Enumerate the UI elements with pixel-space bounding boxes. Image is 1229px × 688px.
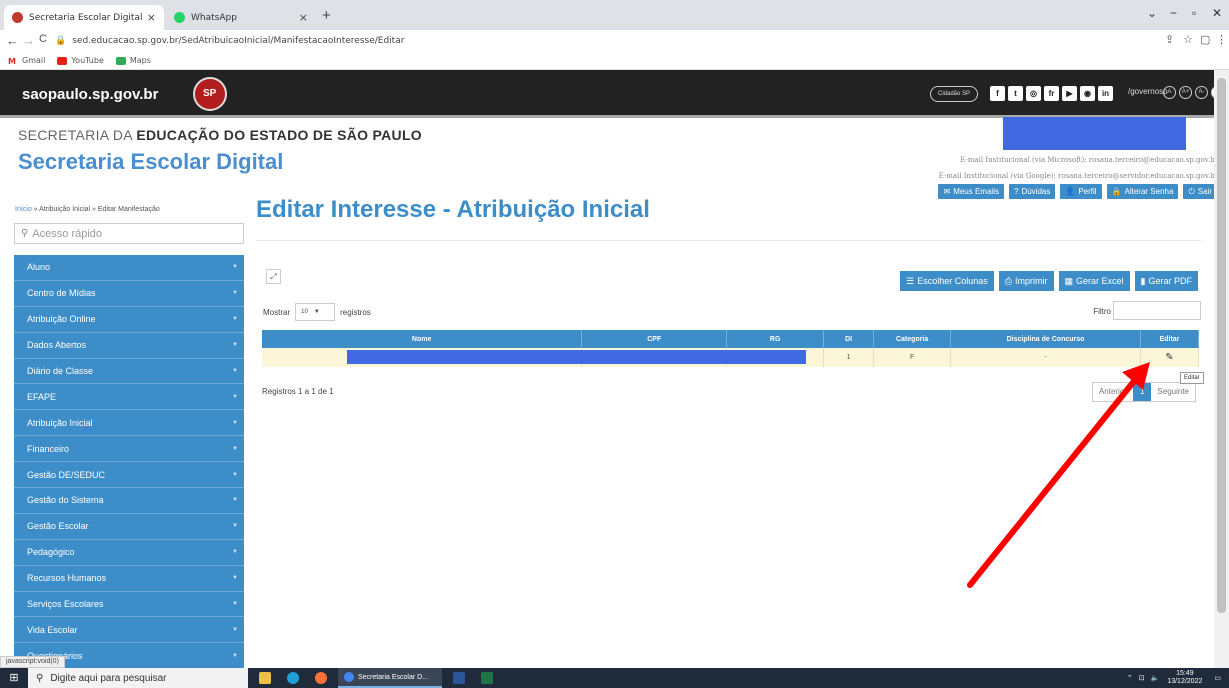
edge-icon[interactable] xyxy=(282,668,304,688)
windows-start-icon[interactable]: ⊞ xyxy=(0,668,28,688)
windows-taskbar: ⊞ ⚲ Digite aqui para pesquisar Secretaria… xyxy=(0,668,1229,688)
taskbar-chrome-app[interactable]: Secretaria Escolar D... xyxy=(338,668,442,688)
tray-chevron-icon[interactable]: ⌃ xyxy=(1127,674,1133,682)
notifications-icon[interactable]: ▭ xyxy=(1214,674,1221,682)
annotation-arrow xyxy=(967,362,1150,588)
clock[interactable]: 15:49 13/12/2022 xyxy=(1167,670,1202,686)
scrollbar-thumb[interactable] xyxy=(1217,78,1226,613)
page-scrollbar[interactable] xyxy=(1214,70,1229,668)
arrow-head xyxy=(1122,362,1150,390)
clock-date: 13/12/2022 xyxy=(1167,678,1203,685)
network-icon[interactable]: ⊡ xyxy=(1139,674,1145,682)
search-icon: ⚲ xyxy=(36,672,44,684)
volume-icon[interactable]: 🔈 xyxy=(1151,674,1160,682)
word-icon[interactable] xyxy=(448,668,470,688)
search-placeholder: Digite aqui para pesquisar xyxy=(50,672,167,684)
firefox-icon[interactable] xyxy=(310,668,332,688)
taskbar-search[interactable]: ⚲ Digite aqui para pesquisar xyxy=(28,668,248,688)
excel-icon[interactable] xyxy=(476,668,498,688)
system-tray: ⌃ ⊡ 🔈 15:49 13/12/2022 ▭ xyxy=(1127,670,1221,686)
status-bar: javascript:void(0) xyxy=(0,656,65,668)
chrome-icon xyxy=(344,672,354,682)
clock-time: 15:49 xyxy=(1176,670,1194,677)
arrow-shaft xyxy=(967,377,1138,588)
taskbar-app-label: Secretaria Escolar D... xyxy=(358,673,429,681)
file-explorer-icon[interactable] xyxy=(254,668,276,688)
